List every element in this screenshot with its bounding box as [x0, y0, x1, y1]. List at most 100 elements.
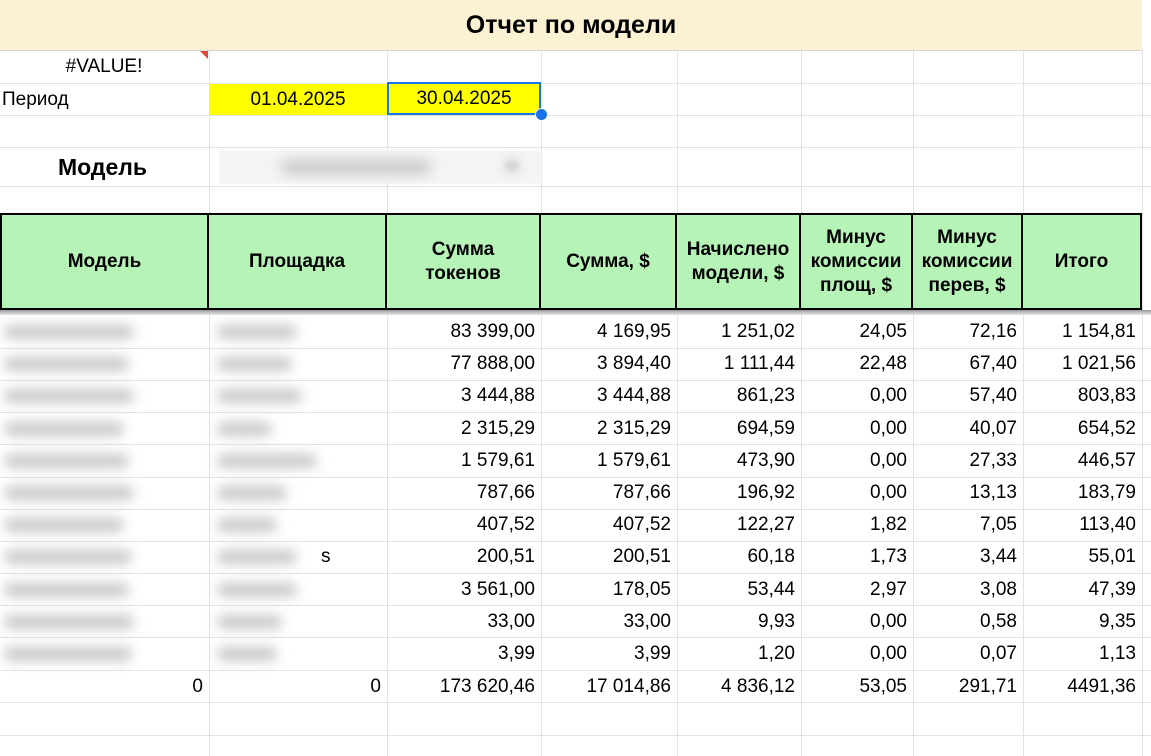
redacted-model-cell[interactable] — [0, 606, 209, 638]
column-header[interactable]: Сумма, $ — [541, 215, 677, 308]
cell-sum-usd[interactable]: 4 169,95 — [541, 316, 677, 348]
cell-fee-platform[interactable]: 24,05 — [801, 316, 913, 348]
cell-fee-platform[interactable]: 0,00 — [801, 638, 913, 670]
cell-fee-platform[interactable]: 22,48 — [801, 348, 913, 380]
column-header[interactable]: Минус комиссии перев, $ — [913, 215, 1023, 308]
redacted-platform-cell[interactable] — [209, 413, 387, 445]
redacted-platform-cell[interactable] — [209, 316, 387, 348]
cell-tokens[interactable]: 200,51 — [387, 541, 541, 573]
cell-total[interactable]: 446,57 — [1023, 445, 1142, 477]
column-header[interactable]: Сумма токенов — [387, 215, 541, 308]
cell-fee-transfer[interactable]: 7,05 — [913, 509, 1023, 541]
fill-handle[interactable] — [535, 108, 548, 121]
cell-fee-platform[interactable]: 0,00 — [801, 606, 913, 638]
cell-fee-platform[interactable]: 2,97 — [801, 574, 913, 606]
cell-sum-usd[interactable]: 178,05 — [541, 574, 677, 606]
cell-accrued[interactable]: 1,20 — [677, 638, 801, 670]
column-header[interactable]: Модель — [0, 215, 209, 308]
redacted-platform-cell[interactable]: s — [209, 541, 387, 573]
cell-accrued[interactable]: 694,59 — [677, 413, 801, 445]
cell-tokens[interactable]: 3,99 — [387, 638, 541, 670]
redacted-model-cell[interactable] — [0, 574, 209, 606]
cell-accrued[interactable]: 1 111,44 — [677, 348, 801, 380]
cell-accrued[interactable]: 1 251,02 — [677, 316, 801, 348]
cell-fee-transfer[interactable]: 3,44 — [913, 541, 1023, 573]
total-platform[interactable]: 0 — [209, 671, 387, 703]
redacted-platform-cell[interactable] — [209, 606, 387, 638]
cell-total[interactable]: 654,52 — [1023, 413, 1142, 445]
cell-total[interactable]: 9,35 — [1023, 606, 1142, 638]
cell-tokens[interactable]: 83 399,00 — [387, 316, 541, 348]
cell-accrued[interactable]: 196,92 — [677, 477, 801, 509]
period-end-cell[interactable]: 30.04.2025 — [387, 82, 541, 115]
cell-accrued[interactable]: 60,18 — [677, 541, 801, 573]
cell-tokens[interactable]: 77 888,00 — [387, 348, 541, 380]
period-start-cell[interactable]: 01.04.2025 — [209, 84, 387, 115]
redacted-model-cell[interactable] — [0, 541, 209, 573]
total-fee-transfer[interactable]: 291,71 — [913, 671, 1023, 703]
redacted-model-cell[interactable] — [0, 638, 209, 670]
cell-fee-platform[interactable]: 0,00 — [801, 413, 913, 445]
cell-tokens[interactable]: 787,66 — [387, 477, 541, 509]
cell-sum-usd[interactable]: 1 579,61 — [541, 445, 677, 477]
cell-total[interactable]: 803,83 — [1023, 380, 1142, 412]
redacted-platform-cell[interactable] — [209, 509, 387, 541]
redacted-platform-cell[interactable] — [209, 380, 387, 412]
cell-sum-usd[interactable]: 200,51 — [541, 541, 677, 573]
cell-total[interactable]: 1 154,81 — [1023, 316, 1142, 348]
total-sum-usd[interactable]: 17 014,86 — [541, 671, 677, 703]
cell-fee-transfer[interactable]: 0,58 — [913, 606, 1023, 638]
cell-total[interactable]: 55,01 — [1023, 541, 1142, 573]
redacted-platform-cell[interactable] — [209, 477, 387, 509]
cell-tokens[interactable]: 407,52 — [387, 509, 541, 541]
cell-fee-platform[interactable]: 1,73 — [801, 541, 913, 573]
cell-fee-platform[interactable]: 1,82 — [801, 509, 913, 541]
total-model[interactable]: 0 — [0, 671, 209, 703]
cell-accrued[interactable]: 9,93 — [677, 606, 801, 638]
redacted-model-cell[interactable] — [0, 477, 209, 509]
cell-sum-usd[interactable]: 787,66 — [541, 477, 677, 509]
cell-sum-usd[interactable]: 3 444,88 — [541, 380, 677, 412]
column-header[interactable]: Итого — [1023, 215, 1142, 308]
redacted-model-cell[interactable] — [0, 380, 209, 412]
cell-fee-transfer[interactable]: 27,33 — [913, 445, 1023, 477]
redacted-model-cell[interactable] — [0, 316, 209, 348]
model-select-dropdown[interactable] — [219, 150, 541, 184]
cell-fee-platform[interactable]: 0,00 — [801, 380, 913, 412]
cell-tokens[interactable]: 3 444,88 — [387, 380, 541, 412]
cell-tokens[interactable]: 3 561,00 — [387, 574, 541, 606]
cell-sum-usd[interactable]: 33,00 — [541, 606, 677, 638]
total-accrued[interactable]: 4 836,12 — [677, 671, 801, 703]
cell-accrued[interactable]: 473,90 — [677, 445, 801, 477]
redacted-model-cell[interactable] — [0, 413, 209, 445]
total-total[interactable]: 4491,36 — [1023, 671, 1142, 703]
cell-fee-transfer[interactable]: 57,40 — [913, 380, 1023, 412]
cell-fee-platform[interactable]: 0,00 — [801, 477, 913, 509]
error-value-cell[interactable]: #VALUE! — [0, 51, 208, 83]
cell-tokens[interactable]: 2 315,29 — [387, 413, 541, 445]
redacted-model-cell[interactable] — [0, 348, 209, 380]
redacted-platform-cell[interactable] — [209, 574, 387, 606]
column-header[interactable]: Минус комиссии площ, $ — [801, 215, 913, 308]
cell-sum-usd[interactable]: 407,52 — [541, 509, 677, 541]
total-fee-platform[interactable]: 53,05 — [801, 671, 913, 703]
cell-accrued[interactable]: 861,23 — [677, 380, 801, 412]
redacted-platform-cell[interactable] — [209, 445, 387, 477]
redacted-platform-cell[interactable] — [209, 638, 387, 670]
cell-fee-transfer[interactable]: 13,13 — [913, 477, 1023, 509]
redacted-model-cell[interactable] — [0, 509, 209, 541]
cell-fee-transfer[interactable]: 40,07 — [913, 413, 1023, 445]
column-header[interactable]: Площадка — [209, 215, 387, 308]
cell-total[interactable]: 47,39 — [1023, 574, 1142, 606]
cell-total[interactable]: 1 021,56 — [1023, 348, 1142, 380]
cell-fee-platform[interactable]: 0,00 — [801, 445, 913, 477]
cell-fee-transfer[interactable]: 72,16 — [913, 316, 1023, 348]
cell-tokens[interactable]: 1 579,61 — [387, 445, 541, 477]
column-header[interactable]: Начислено модели, $ — [677, 215, 801, 308]
cell-fee-transfer[interactable]: 67,40 — [913, 348, 1023, 380]
total-tokens[interactable]: 173 620,46 — [387, 671, 541, 703]
cell-fee-transfer[interactable]: 0,07 — [913, 638, 1023, 670]
cell-accrued[interactable]: 53,44 — [677, 574, 801, 606]
cell-accrued[interactable]: 122,27 — [677, 509, 801, 541]
redacted-platform-cell[interactable] — [209, 348, 387, 380]
